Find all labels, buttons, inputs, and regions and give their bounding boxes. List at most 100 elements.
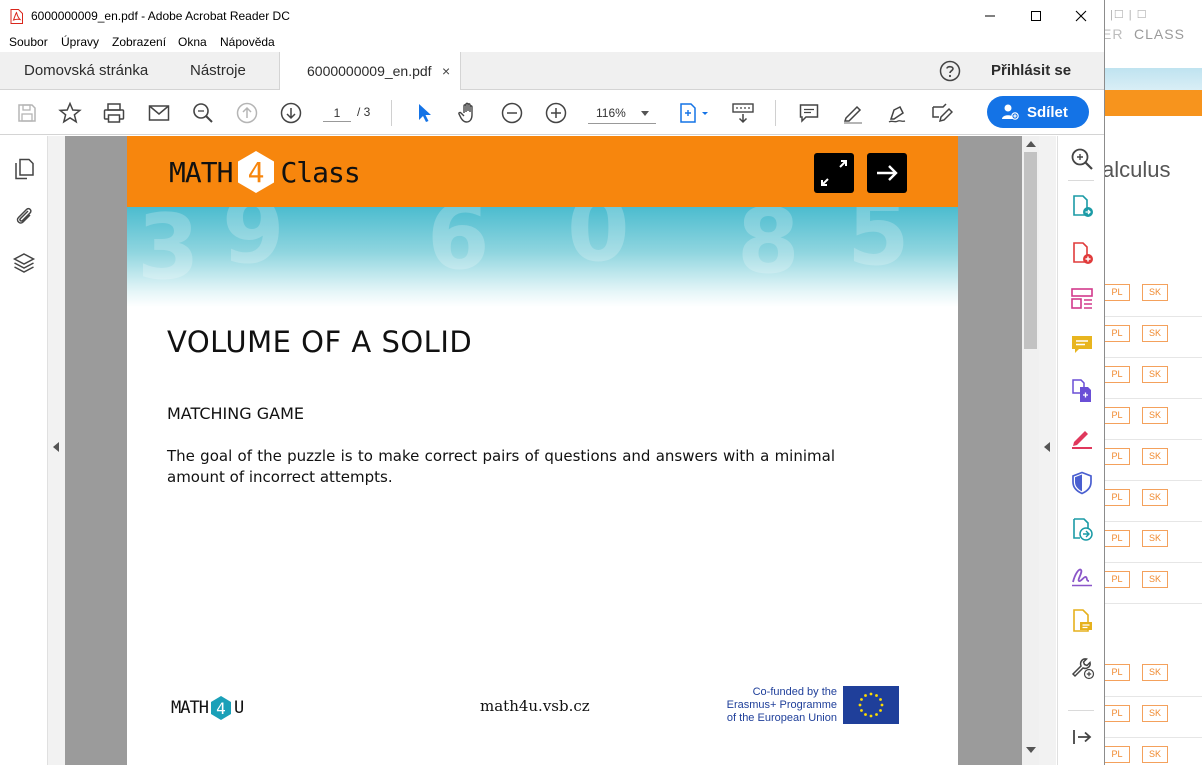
comment-button[interactable] [796,100,822,126]
fill-sign-tool-icon[interactable] [1069,424,1095,450]
comment-tool-icon[interactable] [1069,332,1095,358]
previous-page-button[interactable] [234,100,260,126]
zoom-level-select[interactable]: 116% [588,102,656,124]
bg-badge-sk[interactable]: SK [1142,284,1168,301]
bg-badge-sk[interactable]: SK [1142,705,1168,722]
minimize-button[interactable] [967,0,1013,32]
page-thumbnails-icon[interactable] [12,157,36,181]
bg-badge-sk[interactable]: SK [1142,366,1168,383]
bg-badge-pl[interactable]: PL [1104,571,1130,588]
bg-badge-sk[interactable]: SK [1142,746,1168,763]
select-tool-button[interactable] [411,100,437,126]
bookmark-star-button[interactable] [57,100,83,126]
bg-badge-sk[interactable]: SK [1142,448,1168,465]
cursor-icon [419,104,431,122]
bg-badge-pl[interactable]: PL [1104,407,1130,424]
highlight-button[interactable] [840,100,866,126]
menu-soubor[interactable]: Soubor [9,35,48,49]
maximize-button[interactable] [1013,0,1059,32]
bg-badge-pl[interactable]: PL [1104,284,1130,301]
eu-star [864,694,867,697]
bg-badge-pl[interactable]: PL [1104,366,1130,383]
share-button[interactable]: Sdílet [987,96,1089,128]
hand-tool-button[interactable] [455,100,481,126]
bg-badge-sk[interactable]: SK [1142,664,1168,681]
signature-icon[interactable] [1069,562,1095,588]
export-pdf-icon[interactable] [1069,193,1095,219]
zoom-search-icon[interactable] [1069,146,1095,172]
background-website: |☐ | ☐ ER CLASS alculus PL SK PL SK PL SK PL SK… [1104,0,1202,765]
menu-zobrazeni[interactable]: Zobrazení [112,35,166,49]
find-button[interactable] [190,100,216,126]
bg-language-row: PL SK [1104,440,1202,481]
fit-page-button[interactable] [676,100,712,126]
math4u-logo: MATH 4 U [171,693,244,723]
bg-badge-pl[interactable]: PL [1104,664,1130,681]
signin-link[interactable]: Přihlásit se [991,52,1071,90]
email-button[interactable] [146,100,172,126]
bg-badge-sk[interactable]: SK [1142,325,1168,342]
fill-sign-button[interactable] [928,100,954,126]
bg-badge-sk[interactable]: SK [1142,571,1168,588]
comment-icon [799,104,819,123]
scroll-up-arrow-icon[interactable] [1026,141,1036,147]
menu-napoveda[interactable]: Nápověda [220,35,275,49]
create-pdf-icon[interactable] [1069,240,1095,266]
scrollbar-thumb[interactable] [1024,152,1037,349]
bg-badge-sk[interactable]: SK [1142,530,1168,547]
bg-top-links[interactable]: |☐ | ☐ [1110,8,1148,21]
bg-er-fragment[interactable]: ER [1104,26,1123,42]
bg-badge-pl[interactable]: PL [1104,530,1130,547]
bg-badge-sk[interactable]: SK [1142,407,1168,424]
vertical-scrollbar[interactable] [1022,136,1039,765]
footer-logo-number: 4 [216,699,226,718]
save-button[interactable] [14,100,40,126]
zoom-in-button[interactable] [543,100,569,126]
bg-badge-sk[interactable]: SK [1142,489,1168,506]
layers-icon[interactable] [12,251,36,275]
more-tools-icon[interactable] [1069,654,1095,680]
help-icon[interactable] [939,60,961,82]
tab-home[interactable]: Domovská stránka [24,52,148,90]
chevron-left-icon [53,442,59,452]
bg-badge-pl[interactable]: PL [1104,705,1130,722]
bg-badge-pl[interactable]: PL [1104,746,1130,763]
fullscreen-button[interactable] [814,153,854,193]
scan-document-icon[interactable] [1069,608,1095,634]
left-pane-toggle[interactable] [48,136,65,765]
document-viewport[interactable]: 3 9 6 0 8 5 MATH 4 Class VOLUME OF A SOL… [65,136,1022,765]
tab-tools[interactable]: Nástroje [190,52,246,90]
tab-document[interactable]: 6000000009_en.pdf × [279,52,461,91]
protect-shield-icon[interactable] [1069,470,1095,496]
bg-badge-pl[interactable]: PL [1104,489,1130,506]
close-window-button[interactable] [1058,0,1104,32]
left-navigation-pane [0,136,48,765]
eu-line-3: of the European Union [726,712,837,724]
menu-upravy[interactable]: Úpravy [61,35,99,49]
bg-badge-pl[interactable]: PL [1104,448,1130,465]
next-page-button[interactable] [278,100,304,126]
print-button[interactable] [101,100,127,126]
tab-close-button[interactable]: × [442,52,450,90]
zoom-out-button[interactable] [499,100,525,126]
next-button[interactable] [867,153,907,193]
menu-okna[interactable]: Okna [178,35,207,49]
combine-files-icon[interactable] [1069,378,1095,404]
scroll-down-arrow-icon[interactable] [1026,747,1036,753]
highlighter-icon [843,105,862,124]
bg-class-link[interactable]: CLASS [1134,26,1185,42]
arrow-up-circle-icon [236,102,258,124]
collapse-pane-icon[interactable] [1069,724,1095,750]
reading-mode-button[interactable] [730,100,756,126]
bg-badge-pl[interactable]: PL [1104,325,1130,342]
attachment-icon[interactable] [12,204,36,228]
send-review-icon[interactable] [1069,516,1095,542]
toolbar-divider [391,100,392,126]
right-pane-toggle[interactable] [1039,136,1056,765]
organize-pages-icon[interactable] [1069,286,1095,312]
draw-button[interactable] [884,100,910,126]
page-number-input[interactable] [323,104,351,122]
footer-url[interactable]: math4u.vsb.cz [480,697,590,715]
bg-language-row: PL SK [1104,697,1202,738]
bg-blue-band [1104,68,1202,90]
